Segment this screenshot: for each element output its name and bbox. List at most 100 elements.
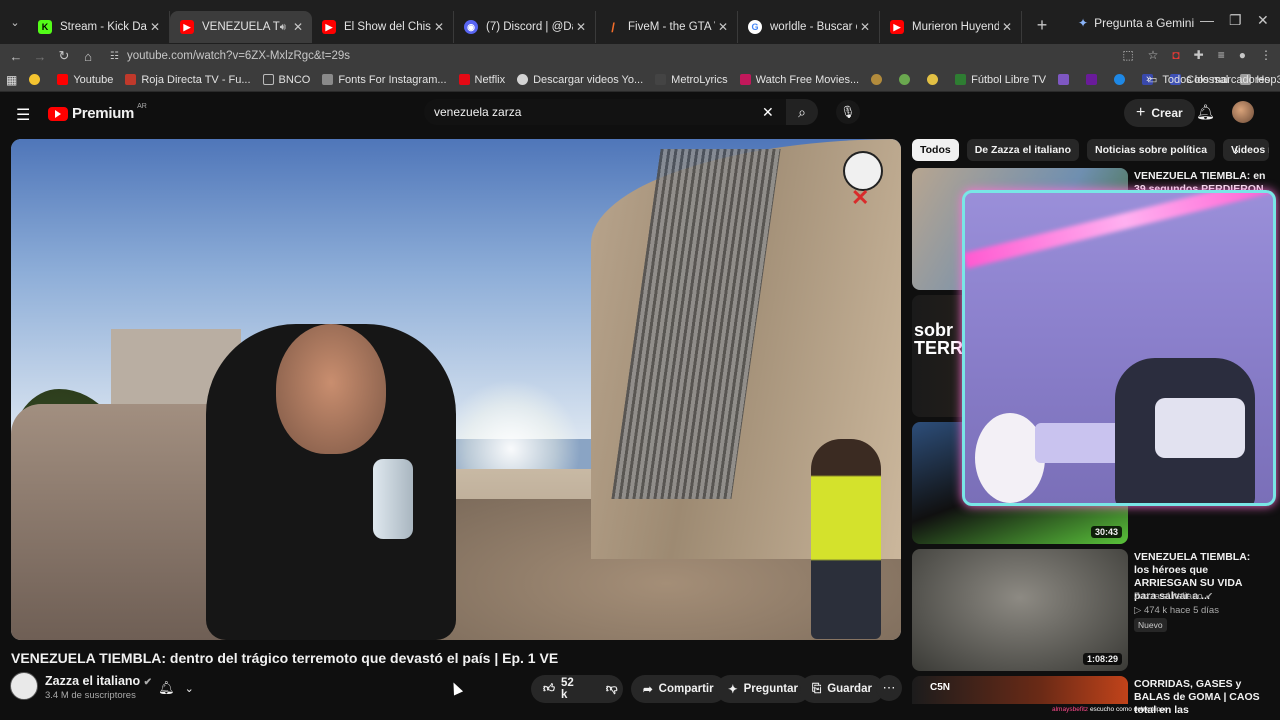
url-field[interactable]: ☷ youtube.com/watch?v=6ZX-MxlzRgc&t=29s — [110, 44, 350, 68]
verified-icon: ✔ — [1205, 591, 1214, 602]
bookmark-icon-only[interactable] — [927, 74, 943, 85]
restore-icon[interactable]: ❐ — [1229, 12, 1242, 29]
bookmark-item[interactable]: Roja Directa TV - Fu... — [125, 74, 251, 86]
search-input[interactable]: venezuela zarza — [424, 99, 786, 125]
profile-icon[interactable]: ● — [1239, 48, 1246, 62]
all-bookmarks-button[interactable]: ▭ Todos los marcadores — [1147, 73, 1270, 87]
chip-related[interactable]: Videos re — [1223, 139, 1270, 161]
bell-icon: 🔔︎ — [158, 680, 175, 695]
chip-channel[interactable]: De Zazza el italiano — [966, 139, 1079, 161]
bookmark-icon-only[interactable] — [1058, 74, 1074, 85]
voice-search-button[interactable]: 🎙︎ — [836, 100, 860, 124]
channel-watermark[interactable]: ✕ — [841, 151, 887, 210]
tab-5[interactable]: / FiveM - the GTA V multipl... ✕ — [596, 11, 738, 43]
youtube-logo[interactable]: Premium AR — [48, 103, 147, 122]
plus-icon: + — [1136, 104, 1146, 121]
avatar[interactable] — [1232, 101, 1254, 123]
close-icon[interactable]: ✕ — [290, 19, 306, 35]
media-controls-icon[interactable]: ≡ — [1218, 48, 1225, 62]
bookmark-item[interactable]: Netflix — [458, 74, 505, 86]
tab-2[interactable]: ▶ VENEZUELA TIEMBLA: 🔊︎ ✕ — [170, 11, 312, 43]
clear-search-icon[interactable]: ✕ — [762, 104, 774, 121]
save-button[interactable]: ⎘ Guardar — [800, 675, 884, 703]
bookmark-icon: ⎘ — [812, 682, 822, 695]
bookmark-item[interactable]: Watch Free Movies... — [739, 74, 859, 86]
bookmark-icon-only[interactable] — [1114, 74, 1130, 85]
menu-icon[interactable]: ☰ — [16, 105, 30, 125]
watermark-x-icon: ✕ — [851, 185, 870, 210]
chat-text: escucho como doble tripoo — [1089, 706, 1168, 713]
forward-icon[interactable]: → — [28, 49, 52, 64]
search-value: venezuela zarza — [434, 105, 522, 119]
home-icon[interactable]: ⌂ — [76, 49, 100, 64]
search-button[interactable]: ⌕ — [786, 99, 818, 125]
bookmark-item[interactable]: Descargar videos Yo... — [517, 74, 643, 86]
subscription-notifications-button[interactable]: 🔔︎ ⌄ — [150, 675, 202, 701]
tab-title: FiveM - the GTA V multipl... — [628, 21, 715, 33]
share-label: Compartir — [658, 683, 714, 695]
close-icon[interactable]: ✕ — [857, 19, 873, 35]
new-tab-button[interactable]: + — [1028, 11, 1056, 39]
channel-name[interactable]: Zazza el italiano ✔ — [45, 674, 152, 688]
more-actions-icon[interactable]: ⋯ — [876, 675, 902, 701]
thumbnail-text: sobr TERREM — [914, 320, 990, 358]
recommendation-channel: Zazza el italiano ✔ — [1134, 591, 1213, 602]
address-bar: ← → ↻ ⌂ ☷ youtube.com/watch?v=6ZX-MxlzRgc… — [0, 44, 1280, 68]
apps-icon[interactable]: ▦ — [6, 73, 17, 87]
recommendation-item[interactable]: 1:08:29 VENEZUELA TIEMBLA: los héroes qu… — [912, 549, 1274, 671]
chip-politics[interactable]: Noticias sobre política — [1087, 139, 1216, 161]
extensions-icon[interactable]: ✚ — [1194, 48, 1204, 62]
discord-icon: ◉ — [464, 20, 478, 34]
webcam-overlay — [962, 190, 1276, 506]
gemini-button[interactable]: ✦ Pregunta a Gemini — [1078, 16, 1194, 30]
ask-button[interactable]: ✦ Preguntar — [716, 675, 810, 703]
star-icon[interactable]: ☆ — [1148, 48, 1159, 62]
bookmark-icon-only[interactable] — [1086, 74, 1102, 85]
bookmark-item[interactable]: Youtube — [57, 74, 113, 86]
back-icon[interactable]: ← — [4, 49, 28, 64]
notifications-bell-icon[interactable]: 🔔︎ — [1196, 103, 1215, 121]
close-window-icon[interactable]: ✕ — [1257, 12, 1269, 29]
bookmark-item[interactable]: BNCO — [262, 74, 310, 86]
close-icon[interactable]: ✕ — [715, 19, 731, 35]
sparkle-icon: ✦ — [728, 684, 738, 696]
speaker-icon[interactable]: 🔊︎ — [280, 22, 286, 33]
close-icon[interactable]: ✕ — [573, 19, 589, 35]
close-icon[interactable]: ✕ — [999, 19, 1015, 35]
minimize-icon[interactable]: — — [1200, 12, 1214, 28]
browser-menu-icon[interactable]: ⋮ — [1260, 48, 1272, 62]
install-app-icon[interactable]: ⬚ — [1122, 48, 1133, 62]
channel-avatar[interactable] — [10, 672, 38, 700]
tab-1[interactable]: K Stream - Kick Dashboard ✕ — [28, 11, 170, 43]
reload-icon[interactable]: ↻ — [52, 48, 76, 64]
bookmark-item[interactable]: MetroLyrics — [655, 74, 728, 86]
close-icon[interactable]: ✕ — [147, 19, 163, 35]
bookmark-item[interactable]: Fútbol Libre TV — [955, 74, 1046, 86]
duration-badge: 1:08:29 — [1082, 653, 1122, 665]
mouse-cursor — [448, 680, 464, 696]
tab-7[interactable]: ▶ Murieron Huyendo de Alg ✕ — [880, 11, 1022, 43]
tab-search-icon[interactable]: ⌄ — [2, 9, 28, 35]
tab-4[interactable]: ◉ (7) Discord | @Daiii ✕ — [454, 11, 596, 43]
chip-todos[interactable]: Todos — [912, 139, 959, 161]
extension-red-icon[interactable]: ◘ — [1172, 48, 1179, 62]
dislike-button[interactable]: 👎︎ — [596, 675, 628, 703]
search-icon: ⌕ — [798, 103, 806, 120]
bookmark-icon-only[interactable] — [871, 74, 887, 85]
site-info-icon[interactable]: ☷ — [110, 45, 119, 69]
video-player[interactable]: ✕ — [11, 139, 901, 640]
recommendation-item[interactable]: C5N CORRIDAS, GASES y BALAS de GOMA | CA… — [912, 676, 1274, 716]
chevron-down-icon: ⌄ — [184, 682, 194, 695]
share-button[interactable]: ➦ Compartir — [631, 675, 726, 703]
chevron-right-icon[interactable]: › — [1234, 142, 1239, 158]
bookmark-item[interactable] — [29, 74, 45, 85]
tab-6[interactable]: G worldle - Buscar con Goog ✕ — [738, 11, 880, 43]
like-button[interactable]: 👍︎ 52 k — [531, 675, 584, 703]
tab-3[interactable]: ▶ El Show del Chiste - VIDEO ✕ — [312, 11, 454, 43]
bookmark-item[interactable]: Fonts For Instagram... — [322, 74, 447, 86]
bookmark-icon-only[interactable] — [899, 74, 915, 85]
kick-icon: K — [38, 20, 52, 34]
close-icon[interactable]: ✕ — [431, 19, 447, 35]
video-worker — [811, 439, 881, 639]
create-button[interactable]: + Crear — [1124, 99, 1195, 127]
